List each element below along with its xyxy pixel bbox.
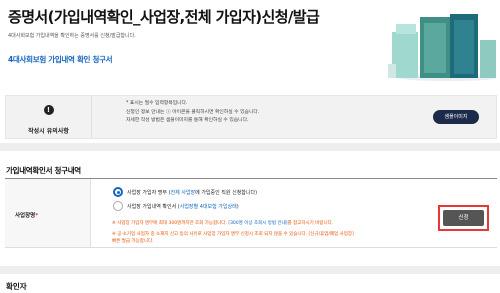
building-illustration-icon xyxy=(388,14,496,81)
option-roster-label[interactable]: 사업장 가입자 명부 (전체 사업장에 가입중인 직원 신청합니다) xyxy=(127,189,257,196)
section-title: 가입내역확인서 청구내역 xyxy=(6,166,81,175)
notice-label-cell: ! 작성시 유의사항 xyxy=(6,96,92,138)
notice-line: 자세한 작성 방법은 샘플이미지를 통해 확인하실 수 있습니다. xyxy=(126,118,249,123)
form-title-link[interactable]: 4대사회보험 가입내역 확인 청구서 xyxy=(8,54,113,65)
row-label-text: 사업장명 xyxy=(15,213,36,219)
notice-line: 신청인 정보 안내는 ⓘ 아이콘을 클릭하시면 확인하실 수 있습니다. xyxy=(126,109,260,115)
notice-line: * 표시는 필수 입력항목입니다. xyxy=(126,101,188,106)
notice-box: ! 작성시 유의사항 * 표시는 필수 입력항목입니다. 신청인 정보 안내는 … xyxy=(5,95,497,139)
required-mark: * xyxy=(35,213,39,219)
radio-option-confirmation[interactable] xyxy=(113,201,123,211)
option-confirmation-label[interactable]: 사업장 가입내역 확인서 (사업장별 4대보험 가입상태) xyxy=(127,203,239,210)
notice-label: 작성시 유의사항 xyxy=(28,128,69,135)
apply-button-highlight: 신청 xyxy=(438,205,489,231)
page-subtitle: 4대사회보험 가입내역을 확인하는 증명서를 신청/발급합니다. xyxy=(8,33,136,39)
sample-image-button[interactable]: 샘플이미지 xyxy=(433,110,479,124)
section-divider xyxy=(0,266,500,274)
section-divider xyxy=(0,143,500,151)
notice-lines: * 표시는 필수 입력항목입니다. 신청인 정보 안내는 ⓘ 아이콘을 클릭하시… xyxy=(126,100,259,126)
row-divider xyxy=(91,247,497,248)
warning-guide-link[interactable]: [300명 이상 조회시 방법 안내] xyxy=(228,221,287,226)
page-title: 증명서(가입내역확인_사업장,전체 가입자)신청/발급 xyxy=(8,8,320,26)
exclamation-icon: ! xyxy=(43,105,54,115)
warning-text-1: ※ 사업장 가입자 명부에 최대 300명까지만 조회 가능합니다. [300명… xyxy=(112,221,334,226)
row-label: 사업장명* xyxy=(15,211,38,219)
confirm-section-title: 확인자 xyxy=(6,282,27,291)
radio-option-roster[interactable] xyxy=(113,187,123,197)
apply-button[interactable]: 신청 xyxy=(443,210,484,226)
warning-text-2: ※ 공·소기업 사업자 중 소재지 신고 등의 사유로 사업장 가입자 명부 신… xyxy=(112,232,354,244)
